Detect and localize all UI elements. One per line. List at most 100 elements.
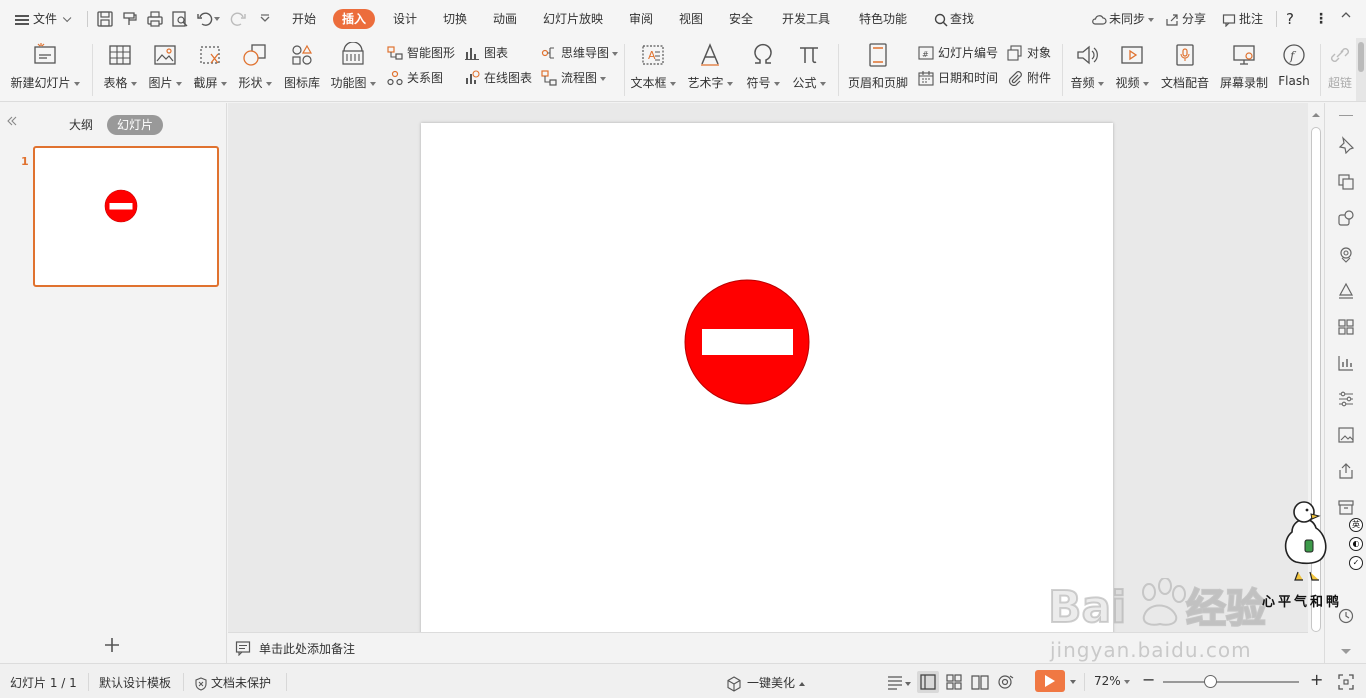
date-time-button[interactable]: 日期和时间 — [918, 68, 998, 88]
help-button[interactable]: ? — [1286, 9, 1294, 29]
screenshot-button[interactable]: 截屏 — [190, 42, 230, 98]
screen-record-button[interactable]: 屏幕录制 — [1216, 42, 1272, 98]
fill-icon[interactable] — [1337, 282, 1355, 300]
print-icon[interactable] — [145, 9, 165, 29]
share-button[interactable]: 分享 — [1165, 9, 1206, 29]
image-icon[interactable] — [1337, 426, 1355, 444]
expand-down-icon[interactable] — [1337, 643, 1355, 661]
ime-halfwidth-badge[interactable]: ◐ — [1349, 537, 1363, 551]
settings-sliders-icon[interactable] — [1337, 390, 1355, 408]
tab-slideshow[interactable]: 幻灯片放映 — [543, 9, 603, 29]
notes-placeholder[interactable]: 单击此处添加备注 — [259, 640, 355, 657]
flash-button[interactable]: f Flash — [1276, 42, 1312, 98]
grid-icon[interactable] — [1337, 318, 1355, 336]
tab-transition[interactable]: 切换 — [443, 9, 467, 29]
scroll-up-icon[interactable] — [1311, 110, 1321, 120]
collapse-panel-icon[interactable] — [6, 115, 18, 127]
tab-design[interactable]: 设计 — [393, 9, 417, 29]
sync-status-button[interactable]: 未同步 — [1091, 9, 1155, 29]
play-dropdown-icon[interactable] — [1070, 680, 1076, 684]
chart-button[interactable]: 图表 — [464, 43, 508, 63]
tab-animation[interactable]: 动画 — [493, 9, 517, 29]
normal-view-icon[interactable] — [917, 671, 939, 693]
reading-view-icon[interactable] — [970, 672, 990, 692]
ribbon-scroll-thumb[interactable] — [1358, 42, 1364, 72]
ime-check-badge[interactable]: ✓ — [1349, 556, 1363, 570]
beautify-button[interactable]: 一键美化 — [726, 674, 806, 692]
presenter-view-icon[interactable] — [996, 672, 1016, 692]
doc-dubbing-button[interactable]: 文档配音 — [1159, 42, 1211, 98]
tab-home[interactable]: 开始 — [292, 9, 316, 29]
table-button[interactable]: 表格 — [100, 42, 140, 98]
align-dropdown-icon[interactable] — [905, 682, 911, 686]
protection-status[interactable]: 文档未保护 — [194, 674, 271, 691]
save-icon[interactable] — [95, 9, 115, 29]
zoom-level[interactable]: 72% — [1094, 674, 1130, 688]
tab-insert[interactable]: 插入 — [333, 9, 376, 29]
new-slide-button[interactable]: 新建幻灯片 — [8, 42, 82, 98]
shape-button[interactable]: 形状 — [235, 42, 275, 98]
attachment-button[interactable]: 附件 — [1007, 68, 1051, 88]
customize-toolbar-icon[interactable] — [255, 9, 275, 29]
object-button[interactable]: 对象 — [1007, 43, 1051, 63]
zoom-in-button[interactable]: + — [1310, 670, 1323, 689]
location-icon[interactable] — [1337, 246, 1355, 264]
tab-outline[interactable]: 大纲 — [62, 115, 100, 135]
mind-map-button[interactable]: 思维导图 — [541, 43, 619, 63]
file-menu[interactable]: 文件 — [15, 9, 72, 29]
relation-button[interactable]: 关系图 — [387, 68, 443, 88]
pin-icon[interactable] — [1337, 136, 1355, 154]
art-text-button[interactable]: 艺术字 — [686, 42, 734, 98]
no-entry-sign-shape[interactable] — [683, 278, 813, 408]
chart-icon[interactable] — [1337, 354, 1355, 372]
zoom-slider-knob[interactable] — [1204, 675, 1217, 688]
tab-special[interactable]: 特色功能 — [859, 9, 907, 29]
video-button[interactable]: 视频 — [1113, 42, 1151, 98]
fit-window-icon[interactable] — [1336, 672, 1356, 692]
zoom-slider-track[interactable] — [1163, 681, 1299, 683]
header-footer-button[interactable]: 页眉和页脚 — [846, 42, 910, 98]
tab-slides[interactable]: 幻灯片 — [107, 115, 164, 135]
slide-number-button[interactable]: # 幻灯片编号 — [918, 43, 998, 63]
icon-library-button[interactable]: 图标库 — [282, 42, 322, 98]
more-vertical-icon: ⋮ — [1314, 11, 1328, 27]
art-text-icon — [701, 43, 719, 66]
ime-english-badge[interactable]: 英 — [1349, 518, 1363, 532]
more-button[interactable]: ⋮ — [1314, 9, 1328, 29]
add-slide-icon[interactable] — [102, 635, 122, 655]
function-chart-button[interactable]: 功能图 — [328, 42, 378, 98]
slide-thumbnail[interactable] — [33, 146, 219, 287]
undo-dropdown-icon[interactable] — [214, 17, 220, 21]
smart-graphic-button[interactable]: 智能图形 — [387, 43, 455, 63]
archive-icon[interactable] — [1337, 498, 1355, 516]
comment-button[interactable]: 批注 — [1222, 9, 1263, 29]
play-slideshow-button[interactable] — [1035, 670, 1065, 692]
align-icon[interactable] — [885, 672, 905, 692]
shape-style-icon[interactable] — [1337, 209, 1355, 227]
audio-button[interactable]: 音频 — [1068, 42, 1106, 98]
slide-sorter-icon[interactable] — [944, 672, 964, 692]
ribbon-scroll[interactable] — [1356, 38, 1366, 101]
undo-icon[interactable] — [195, 9, 215, 29]
hyperlink-button[interactable]: 超链 — [1326, 42, 1354, 98]
template-name[interactable]: 默认设计模板 — [99, 674, 171, 691]
redo-icon[interactable] — [228, 9, 248, 29]
zoom-out-button[interactable]: − — [1142, 670, 1155, 689]
tab-developer[interactable]: 开发工具 — [782, 9, 830, 29]
tab-security[interactable]: 安全 — [729, 9, 753, 29]
export-icon[interactable] — [1337, 462, 1355, 480]
slide-page[interactable] — [421, 123, 1113, 632]
picture-button[interactable]: 图片 — [145, 42, 185, 98]
tab-view[interactable]: 视图 — [679, 9, 703, 29]
flow-chart-button[interactable]: 流程图 — [541, 68, 607, 88]
formula-button[interactable]: 公式 — [791, 42, 827, 98]
layout-icon[interactable] — [1337, 173, 1355, 191]
text-box-button[interactable]: A 文本框 — [630, 42, 676, 98]
print-preview-icon[interactable] — [170, 9, 190, 29]
tab-review[interactable]: 审阅 — [629, 9, 653, 29]
symbol-button[interactable]: 符号 — [745, 42, 781, 98]
online-chart-button[interactable]: 在线图表 — [464, 68, 532, 88]
search-button[interactable]: 查找 — [934, 9, 974, 29]
format-painter-icon[interactable] — [120, 9, 140, 29]
collapse-ribbon-button[interactable] — [1340, 9, 1352, 29]
